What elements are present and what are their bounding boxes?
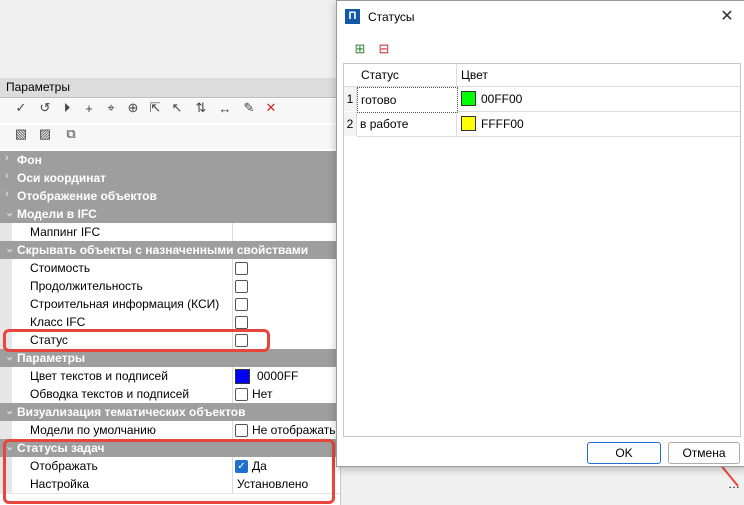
statuses-grid: Статус Цвет 1 готово 00FF00 2 в работе F…	[343, 63, 741, 437]
color-cell[interactable]: FFFF00	[457, 112, 740, 137]
cancel-button[interactable]: Отмена	[668, 442, 740, 464]
color-cell[interactable]: 00FF00	[457, 87, 740, 112]
ok-button[interactable]: OK	[587, 442, 661, 464]
color-swatch	[461, 91, 476, 106]
statuses-dialog: П Статусы ✕ ⊞ ⊟ Статус Цвет 1 готово 00F…	[336, 0, 744, 467]
add-row-icon[interactable]: ⊞	[351, 40, 369, 58]
status-cell[interactable]: готово	[357, 87, 458, 113]
status-cell[interactable]: в работе	[357, 112, 457, 137]
dialog-titlebar: П Статусы ✕	[337, 1, 744, 33]
dialog-toolbar: ⊞ ⊟	[337, 37, 744, 61]
dialog-title: Статусы	[368, 10, 415, 24]
delete-row-icon[interactable]: ⊟	[375, 40, 393, 58]
column-header-status[interactable]: Статус	[356, 64, 457, 87]
row-number: 1	[344, 87, 357, 111]
color-swatch	[461, 116, 476, 131]
row-number: 2	[344, 112, 357, 136]
more-dots-icon[interactable]: …	[728, 478, 742, 490]
app-icon: П	[345, 9, 360, 24]
close-icon[interactable]: ✕	[717, 7, 737, 27]
column-header-color[interactable]: Цвет	[457, 64, 740, 87]
